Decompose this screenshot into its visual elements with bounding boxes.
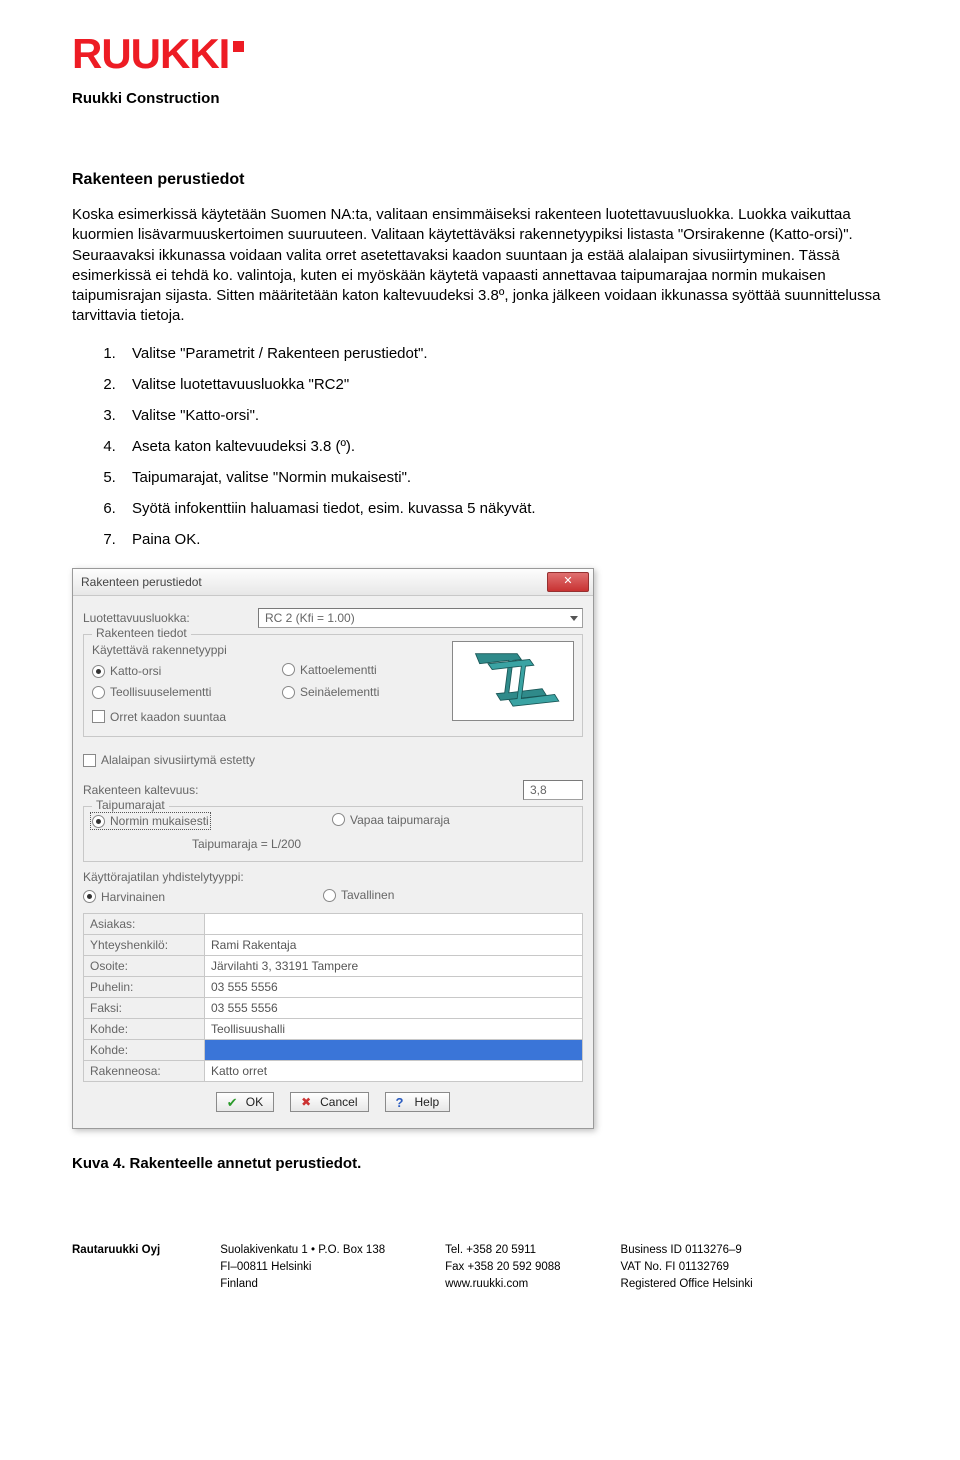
table-row: Yhteyshenkilö:Rami Rakentaja <box>84 934 583 955</box>
dialog-title-text: Rakenteen perustiedot <box>81 575 547 589</box>
deflection-group: Taipumarajat Normin mukaisesti Vapaa tai… <box>83 806 583 863</box>
help-button[interactable]: ?Help <box>385 1092 451 1112</box>
page-title: Rakenteen perustiedot <box>72 171 888 189</box>
footer-company: Rautaruukki Oyj <box>72 1242 160 1294</box>
rakenneosa-input[interactable]: Katto orret <box>205 1060 583 1081</box>
logo: RUUKKI <box>72 30 888 78</box>
structure-legend: Rakenteen tiedot <box>92 626 191 640</box>
deflection-formula: Taipumaraja = L/200 <box>192 837 574 851</box>
slope-label: Rakenteen kaltevuus: <box>83 783 523 797</box>
close-icon: ✕ <box>563 576 572 587</box>
table-row: Puhelin:03 555 5556 <box>84 976 583 997</box>
table-row: Rakenneosa:Katto orret <box>84 1060 583 1081</box>
table-row: Faksi:03 555 5556 <box>84 997 583 1018</box>
help-icon: ? <box>396 1095 409 1108</box>
asiakas-input[interactable] <box>205 913 583 934</box>
step-item: Valitse "Parametrit / Rakenteen perustie… <box>120 345 888 362</box>
radio-katto-orsi[interactable]: Katto-orsi <box>92 664 161 678</box>
cancel-button[interactable]: Cancel <box>290 1092 368 1112</box>
osoite-input[interactable]: Järvilahti 3, 33191 Tampere <box>205 955 583 976</box>
table-row: Kohde: <box>84 1039 583 1060</box>
ok-button[interactable]: OK <box>216 1092 274 1112</box>
table-row: Kohde:Teollisuushalli <box>84 1018 583 1039</box>
kohde2-input[interactable] <box>205 1039 583 1060</box>
step-item: Valitse luotettavuusluokka "RC2" <box>120 376 888 393</box>
step-item: Valitse "Katto-orsi". <box>120 407 888 424</box>
step-item: Taipumarajat, valitse "Normin mukaisesti… <box>120 469 888 486</box>
dialog-titlebar[interactable]: Rakenteen perustiedot ✕ <box>73 569 593 596</box>
reliability-combo[interactable]: RC 2 (Kfi = 1.00) <box>258 608 583 628</box>
check-orret-kaadon[interactable]: Orret kaadon suuntaa <box>92 710 226 724</box>
radio-teollisuuselementti[interactable]: Teollisuuselementti <box>92 685 211 699</box>
table-row: Asiakas: <box>84 913 583 934</box>
logo-text: RUUKKI <box>72 30 229 77</box>
close-button[interactable]: ✕ <box>547 572 589 592</box>
check-alalaipan[interactable]: Alalaipan sivusiirtymä estetty <box>83 753 255 767</box>
figure-caption: Kuva 4. Rakenteelle annetut perustiedot. <box>72 1155 888 1172</box>
profile-preview-image <box>452 641 574 721</box>
info-table: Asiakas: Yhteyshenkilö:Rami Rakentaja Os… <box>83 913 583 1082</box>
intro-paragraph: Koska esimerkissä käytetään Suomen NA:ta… <box>72 205 888 327</box>
step-item: Syötä infokenttiin haluamasi tiedot, esi… <box>120 500 888 517</box>
reliability-value: RC 2 (Kfi = 1.00) <box>265 611 355 625</box>
structure-group: Rakenteen tiedot Käytettävä rakennetyypp… <box>83 634 583 738</box>
radio-harvinainen[interactable]: Harvinainen <box>83 890 165 904</box>
structure-subtitle: Käytettävä rakennetyyppi <box>92 643 442 657</box>
step-item: Paina OK. <box>120 531 888 548</box>
faksi-input[interactable]: 03 555 5556 <box>205 997 583 1018</box>
z-profile-icon <box>463 647 563 714</box>
company-name: Ruukki Construction <box>72 90 888 107</box>
puhelin-input[interactable]: 03 555 5556 <box>205 976 583 997</box>
page-footer: Rautaruukki Oyj Suolakivenkatu 1 • P.O. … <box>72 1242 888 1294</box>
radio-vapaa[interactable]: Vapaa taipumaraja <box>332 813 450 827</box>
steps-list: Valitse "Parametrit / Rakenteen perustie… <box>120 345 888 548</box>
footer-address: Suolakivenkatu 1 • P.O. Box 138 FI–00811… <box>220 1242 385 1294</box>
deflection-legend: Taipumarajat <box>92 798 169 812</box>
table-row: Osoite:Järvilahti 3, 33191 Tampere <box>84 955 583 976</box>
slope-input[interactable]: 3,8 <box>523 780 583 800</box>
radio-kattoelementti[interactable]: Kattoelementti <box>282 663 377 677</box>
logo-square-icon <box>233 41 244 52</box>
kohde1-input[interactable]: Teollisuushalli <box>205 1018 583 1039</box>
dialog-window: Rakenteen perustiedot ✕ Luotettavuusluok… <box>72 568 594 1129</box>
footer-legal: Business ID 0113276–9 VAT No. FI 0113276… <box>621 1242 753 1294</box>
step-item: Aseta katon kaltevuudeksi 3.8 (º). <box>120 438 888 455</box>
yhteyshenkilo-input[interactable]: Rami Rakentaja <box>205 934 583 955</box>
check-icon <box>227 1095 240 1108</box>
combo-type-label: Käyttörajatilan yhdistelytyyppi: <box>83 870 583 884</box>
radio-tavallinen[interactable]: Tavallinen <box>323 888 394 902</box>
radio-normin[interactable]: Normin mukaisesti <box>92 814 209 828</box>
radio-seinaelementti[interactable]: Seinäelementti <box>282 685 379 699</box>
x-icon <box>301 1095 314 1108</box>
reliability-label: Luotettavuusluokka: <box>83 611 258 625</box>
footer-contact: Tel. +358 20 5911 Fax +358 20 592 9088 w… <box>445 1242 560 1294</box>
